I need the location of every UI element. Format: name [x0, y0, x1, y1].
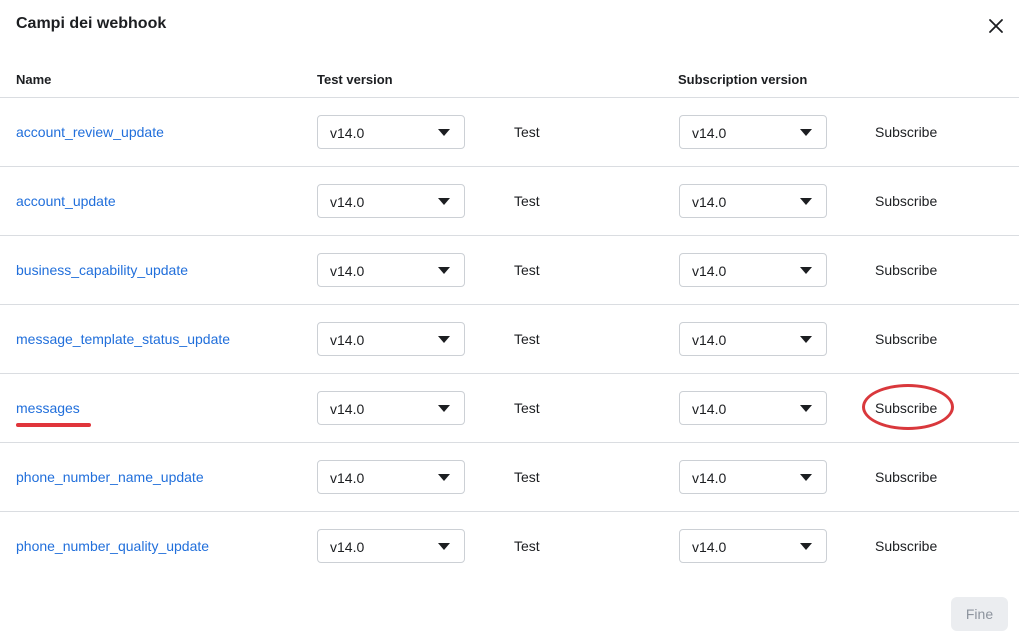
dialog-header: Campi dei webhook [0, 0, 1019, 50]
caret-down-icon [800, 267, 812, 275]
test-version-select[interactable]: v14.0 [317, 253, 465, 287]
field-name-link[interactable]: message_template_status_update [16, 331, 230, 347]
header-test-version: Test version [317, 72, 393, 87]
test-button[interactable]: Test [514, 193, 540, 209]
test-version-select[interactable]: v14.0 [317, 460, 465, 494]
subscribe-button[interactable]: Subscribe [875, 331, 937, 347]
select-value: v14.0 [692, 539, 727, 555]
subscribe-button[interactable]: Subscribe [875, 469, 937, 485]
field-name-link[interactable]: phone_number_name_update [16, 469, 204, 485]
subscription-version-select[interactable]: v14.0 [679, 115, 827, 149]
table-row: messages v14.0 Test v14.0 Subscribe [0, 374, 1019, 443]
field-name-link[interactable]: account_update [16, 193, 116, 209]
select-value: v14.0 [330, 332, 365, 348]
subscription-version-select[interactable]: v14.0 [679, 322, 827, 356]
done-button[interactable]: Fine [951, 597, 1008, 631]
caret-down-icon [800, 543, 812, 551]
subscription-version-select[interactable]: v14.0 [679, 184, 827, 218]
table-row: account_update v14.0 Test v14.0 Subscrib… [0, 167, 1019, 236]
caret-down-icon [438, 474, 450, 482]
caret-down-icon [800, 474, 812, 482]
webhook-field-list: account_review_update v14.0 Test v14.0 S… [0, 98, 1019, 581]
header-subscription-version: Subscription version [678, 72, 808, 87]
select-value: v14.0 [692, 194, 727, 210]
subscribe-button[interactable]: Subscribe [875, 400, 937, 416]
subscription-version-select[interactable]: v14.0 [679, 391, 827, 425]
select-value: v14.0 [692, 263, 727, 279]
test-button[interactable]: Test [514, 469, 540, 485]
subscribe-button[interactable]: Subscribe [875, 538, 937, 554]
field-name-link[interactable]: business_capability_update [16, 262, 188, 278]
dialog-title: Campi dei webhook [16, 15, 167, 32]
test-button[interactable]: Test [514, 262, 540, 278]
test-version-select[interactable]: v14.0 [317, 115, 465, 149]
caret-down-icon [438, 405, 450, 413]
subscription-version-select[interactable]: v14.0 [679, 253, 827, 287]
test-button[interactable]: Test [514, 124, 540, 140]
select-value: v14.0 [692, 332, 727, 348]
test-version-select[interactable]: v14.0 [317, 391, 465, 425]
caret-down-icon [800, 405, 812, 413]
table-row: message_template_status_update v14.0 Tes… [0, 305, 1019, 374]
field-name-link[interactable]: messages [16, 400, 80, 416]
subscribe-button[interactable]: Subscribe [875, 193, 937, 209]
field-name-link[interactable]: account_review_update [16, 124, 164, 140]
test-button[interactable]: Test [514, 331, 540, 347]
test-button[interactable]: Test [514, 538, 540, 554]
caret-down-icon [438, 543, 450, 551]
caret-down-icon [438, 129, 450, 137]
annotation-underline [16, 423, 91, 427]
caret-down-icon [800, 336, 812, 344]
select-value: v14.0 [330, 194, 365, 210]
close-button[interactable] [984, 14, 1008, 38]
table-header: Name Test version Subscription version [0, 60, 1019, 98]
test-version-select[interactable]: v14.0 [317, 184, 465, 218]
caret-down-icon [438, 336, 450, 344]
select-value: v14.0 [330, 125, 365, 141]
subscribe-button[interactable]: Subscribe [875, 124, 937, 140]
table-row: phone_number_name_update v14.0 Test v14.… [0, 443, 1019, 512]
header-name: Name [16, 72, 52, 87]
select-value: v14.0 [330, 401, 365, 417]
test-version-select[interactable]: v14.0 [317, 529, 465, 563]
close-icon [989, 19, 1003, 33]
select-value: v14.0 [692, 401, 727, 417]
table-row: account_review_update v14.0 Test v14.0 S… [0, 98, 1019, 167]
test-version-select[interactable]: v14.0 [317, 322, 465, 356]
subscription-version-select[interactable]: v14.0 [679, 460, 827, 494]
caret-down-icon [800, 198, 812, 206]
select-value: v14.0 [330, 470, 365, 486]
select-value: v14.0 [692, 470, 727, 486]
test-button[interactable]: Test [514, 400, 540, 416]
table-row: phone_number_quality_update v14.0 Test v… [0, 512, 1019, 581]
select-value: v14.0 [692, 125, 727, 141]
caret-down-icon [438, 267, 450, 275]
select-value: v14.0 [330, 539, 365, 555]
caret-down-icon [800, 129, 812, 137]
subscription-version-select[interactable]: v14.0 [679, 529, 827, 563]
field-name-link[interactable]: phone_number_quality_update [16, 538, 209, 554]
table-row: business_capability_update v14.0 Test v1… [0, 236, 1019, 305]
subscribe-button[interactable]: Subscribe [875, 262, 937, 278]
select-value: v14.0 [330, 263, 365, 279]
webhook-fields-dialog: Campi dei webhook Name Test version Subs… [0, 0, 1019, 639]
caret-down-icon [438, 198, 450, 206]
